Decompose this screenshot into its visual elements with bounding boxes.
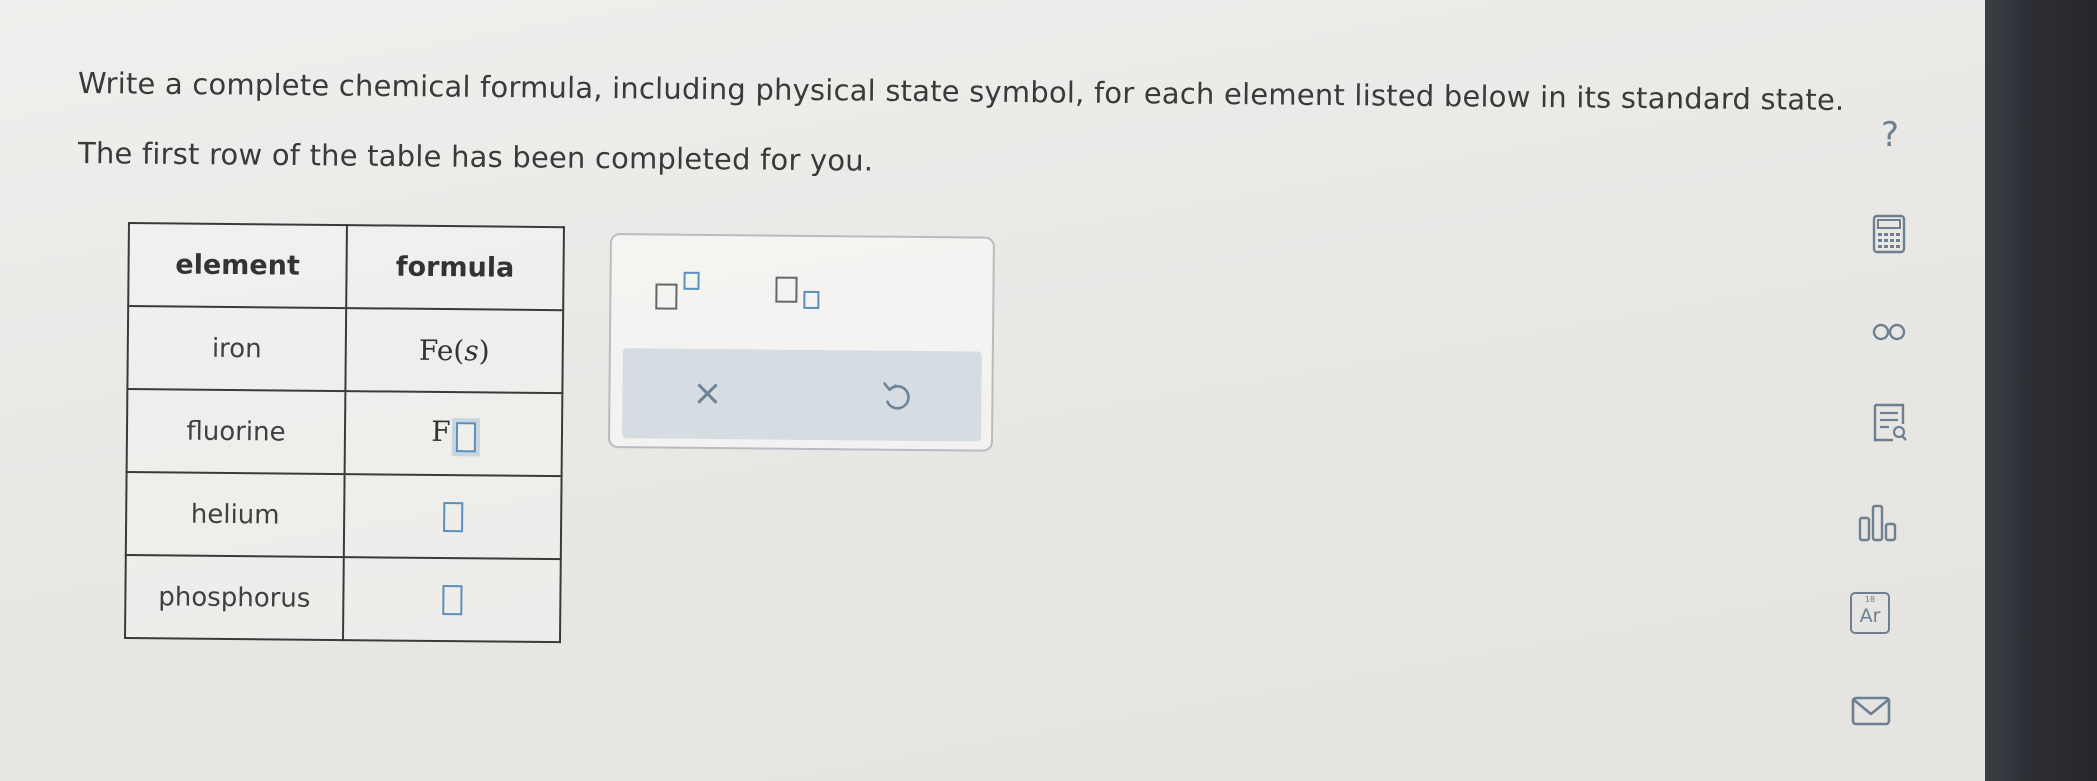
table-row: iron Fe(s) — [127, 306, 564, 394]
state-symbol: s — [464, 334, 479, 368]
base-box-icon — [775, 276, 798, 303]
formula-iron: Fe(s) — [419, 334, 490, 368]
question-text-line-2: The first row of the table has been comp… — [77, 136, 874, 178]
element-name-iron: iron — [127, 306, 347, 392]
periodic-icon-number: 18 — [1864, 595, 1876, 604]
table-row: helium — [125, 471, 562, 560]
formula-cell-phosphorus — [342, 557, 561, 643]
table-row: phosphorus — [125, 554, 561, 643]
formula-cell-iron: Fe(s) — [345, 308, 564, 394]
table-row: fluorine F — [126, 389, 563, 477]
open-paren: ( — [453, 334, 465, 368]
superscript-box-icon — [683, 271, 700, 290]
periodic-table-button[interactable]: 18 Ar — [1850, 592, 1894, 636]
data-sheet-icon — [1873, 403, 1907, 442]
mail-button[interactable] — [1849, 690, 1893, 734]
formula-symbol: F — [431, 415, 451, 449]
fluorine-formula-input[interactable] — [451, 417, 480, 457]
formula-column-header: formula — [346, 225, 564, 311]
phosphorus-formula-input[interactable] — [441, 584, 463, 615]
glasses-icon — [1872, 323, 1906, 341]
subscript-box-icon — [803, 290, 820, 310]
element-name-helium: helium — [125, 471, 345, 558]
question-text-line-1: Write a complete chemical formula, inclu… — [77, 66, 1845, 117]
chart-button[interactable] — [1856, 500, 1904, 544]
question-page: Write a complete chemical formula, inclu… — [0, 0, 1985, 781]
element-name-phosphorus: phosphorus — [125, 554, 344, 641]
screen: Write a complete chemical formula, inclu… — [0, 0, 2097, 781]
element-column-header: element — [128, 223, 347, 309]
clear-button[interactable]: × — [682, 369, 732, 419]
base-box-icon — [655, 283, 678, 310]
editor-action-bar: × — [622, 348, 982, 442]
formula-cell-fluorine: F — [344, 391, 563, 477]
table-header-row: element formula — [128, 223, 564, 311]
element-name-fluorine: fluorine — [126, 389, 346, 475]
undo-button[interactable] — [872, 371, 922, 421]
formula-editor-palette: × — [607, 233, 995, 452]
data-button[interactable] — [1867, 400, 1911, 444]
screen-bezel — [1985, 0, 2097, 781]
formula-symbol: Fe — [418, 333, 454, 368]
subscript-button[interactable] — [771, 271, 831, 318]
periodic-icon-symbol: Ar — [1859, 605, 1881, 627]
helium-formula-input[interactable] — [442, 501, 463, 532]
formula-fluorine: F — [431, 415, 451, 448]
close-paren: ) — [478, 334, 490, 368]
reference-button[interactable] — [1867, 308, 1911, 352]
calculator-icon — [1872, 214, 1906, 254]
mail-icon — [1851, 696, 1891, 726]
superscript-button[interactable] — [651, 269, 711, 316]
undo-icon — [883, 382, 910, 410]
help-button[interactable]: ? — [1874, 115, 1906, 155]
calculator-button[interactable] — [1867, 212, 1911, 256]
bar-chart-icon — [1858, 504, 1897, 542]
periodic-table-icon: 18 Ar — [1850, 592, 1890, 634]
element-formula-table: element formula iron Fe(s) fluorine F he… — [123, 222, 565, 644]
formula-cell-helium — [343, 474, 562, 560]
